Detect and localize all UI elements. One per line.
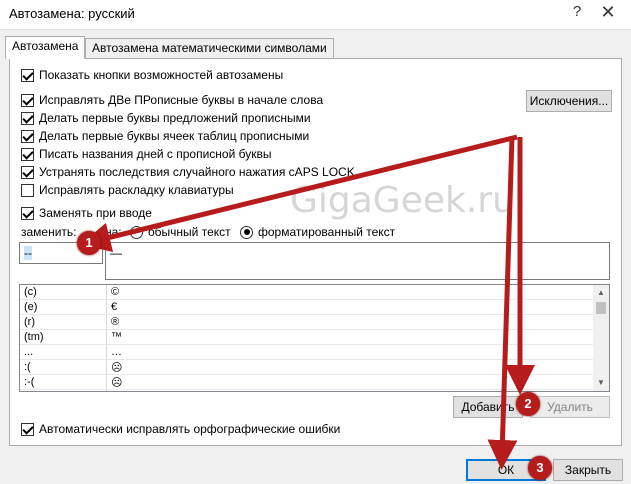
window-title: Автозамена: русский: [9, 6, 135, 21]
entry-to: …: [111, 346, 122, 358]
step-badge-2: 2: [516, 392, 540, 416]
two-initials-option[interactable]: Исправлять ДВе ПРописные буквы в начале …: [21, 92, 323, 108]
replace-input-value: --: [24, 246, 32, 260]
caps-lock-option[interactable]: Устранять последствия случайного нажатия…: [21, 164, 355, 180]
title-bar: Автозамена: русский ? ✕: [0, 0, 631, 30]
list-item[interactable]: (e) €: [20, 300, 594, 315]
show-buttons-option[interactable]: Показать кнопки возможностей автозамены: [21, 67, 283, 83]
scroll-thumb[interactable]: [596, 302, 606, 314]
add-button[interactable]: Добавить: [453, 396, 523, 418]
first-cells-option[interactable]: Делать первые буквы ячеек таблиц прописн…: [21, 128, 309, 144]
list-item[interactable]: :( ☹: [20, 360, 594, 375]
list-item[interactable]: :-( ☹: [20, 375, 594, 390]
with-input[interactable]: —: [105, 242, 610, 280]
first-sentence-option[interactable]: Делать первые буквы предложений прописны…: [21, 110, 311, 126]
formatted-text-radio[interactable]: [240, 225, 253, 239]
entry-to: ™: [111, 331, 122, 343]
list-item[interactable]: (tm) ™: [20, 330, 594, 345]
first-cells-checkbox[interactable]: [21, 129, 34, 143]
list-item[interactable]: ... …: [20, 345, 594, 360]
replace-typing-label: Заменять при вводе: [39, 206, 152, 220]
list-item[interactable]: (c) ©: [20, 285, 594, 300]
first-sentence-checkbox[interactable]: [21, 111, 34, 125]
show-buttons-label: Показать кнопки возможностей автозамены: [39, 68, 284, 82]
keyboard-layout-label: Исправлять раскладку клавиатуры: [39, 183, 234, 197]
entry-to: ☹: [111, 377, 123, 389]
two-initials-checkbox[interactable]: [21, 93, 34, 107]
plain-text-radio[interactable]: [130, 225, 143, 239]
exceptions-button[interactable]: Исключения...: [526, 90, 612, 112]
spelling-label: Автоматически исправлять орфографические…: [39, 422, 341, 436]
list-scrollbar[interactable]: ▲ ▼: [593, 285, 609, 391]
plain-text-label: обычный текст: [148, 225, 231, 239]
help-button[interactable]: ?: [566, 3, 588, 25]
formatted-text-label: форматированный текст: [258, 225, 396, 239]
keyboard-layout-checkbox[interactable]: [21, 183, 34, 197]
show-buttons-checkbox[interactable]: [21, 68, 34, 82]
caps-lock-checkbox[interactable]: [21, 165, 34, 179]
spelling-checkbox[interactable]: [21, 422, 34, 436]
delete-button[interactable]: Удалить: [530, 396, 610, 418]
step-badge-3: 3: [528, 456, 552, 480]
tab-autocorrect[interactable]: Автозамена: [5, 36, 86, 59]
entry-from: ...: [24, 346, 34, 358]
entry-from: (r): [24, 316, 35, 328]
first-sentence-label: Делать первые буквы предложений прописны…: [39, 111, 311, 125]
step-badge-1: 1: [77, 231, 101, 255]
with-label: на:: [105, 225, 122, 239]
entry-to: ☹: [111, 362, 123, 374]
list-item[interactable]: (r) ®: [20, 315, 594, 330]
keyboard-layout-option[interactable]: Исправлять раскладку клавиатуры: [21, 182, 234, 198]
close-window-button[interactable]: ✕: [597, 2, 619, 24]
replace-typing-option[interactable]: Заменять при вводе: [21, 205, 152, 221]
entry-from: (tm): [24, 331, 44, 343]
scroll-down-icon[interactable]: ▼: [593, 375, 609, 391]
entry-from: (c): [24, 286, 37, 298]
with-input-value: —: [110, 246, 122, 260]
close-button[interactable]: Закрыть: [553, 459, 623, 481]
entry-to: ©: [111, 286, 120, 298]
first-cells-label: Делать первые буквы ячеек таблиц прописн…: [39, 129, 310, 143]
day-names-checkbox[interactable]: [21, 147, 34, 161]
entry-from: :(: [24, 361, 31, 373]
entry-from: (e): [24, 301, 38, 313]
plain-text-option[interactable]: обычный текст: [130, 224, 231, 240]
entry-from: :-(: [24, 376, 35, 388]
day-names-label: Писать названия дней с прописной буквы: [39, 147, 272, 161]
two-initials-label: Исправлять ДВе ПРописные буквы в начале …: [39, 93, 324, 107]
tab-math-autocorrect[interactable]: Автозамена математическими символами: [85, 38, 334, 58]
replacement-list[interactable]: (c) © (e) € (r) ® (tm) ™ ... … :( ☹ :-( …: [19, 284, 610, 392]
entry-to: €: [111, 301, 118, 313]
formatted-text-option[interactable]: форматированный текст: [240, 224, 395, 240]
replace-label: заменить:: [21, 225, 77, 239]
caps-lock-label: Устранять последствия случайного нажатия…: [39, 165, 355, 179]
replace-typing-checkbox[interactable]: [21, 206, 34, 220]
scroll-up-icon[interactable]: ▲: [593, 285, 609, 301]
spelling-option[interactable]: Автоматически исправлять орфографические…: [21, 421, 340, 437]
day-names-option[interactable]: Писать названия дней с прописной буквы: [21, 146, 271, 162]
entry-to: ®: [111, 316, 120, 328]
